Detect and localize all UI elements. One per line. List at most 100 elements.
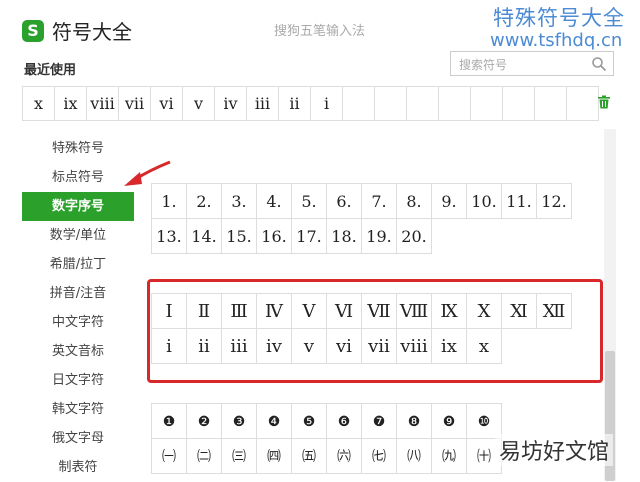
sidebar-item-2[interactable]: 数字序号	[22, 192, 134, 221]
symbol-cell[interactable]: Ⅹ	[466, 293, 502, 329]
symbol-cell[interactable]: ❹	[256, 403, 292, 439]
symbol-cell[interactable]: Ⅻ	[536, 293, 572, 329]
recent-symbol-cell[interactable]	[343, 87, 375, 120]
parenthesized-chinese-row: ㈠㈡㈢㈣㈤㈥㈦㈧㈨㈩	[151, 438, 502, 474]
recent-symbol-cell[interactable]: viii	[87, 87, 119, 120]
magnifier-icon[interactable]	[591, 56, 607, 72]
symbol-cell[interactable]: Ⅺ	[501, 293, 537, 329]
symbol-cell[interactable]: ㈤	[291, 438, 327, 474]
sidebar-item-8[interactable]: 日文字符	[22, 366, 134, 395]
symbol-cell[interactable]: ⅰ	[151, 328, 187, 364]
symbol-cell[interactable]: Ⅵ	[326, 293, 362, 329]
sidebar-item-3[interactable]: 数学/单位	[22, 221, 134, 250]
symbol-cell[interactable]: 6.	[326, 183, 362, 219]
symbol-cell[interactable]: Ⅱ	[186, 293, 222, 329]
search-input[interactable]	[457, 53, 591, 76]
recent-symbol-cell[interactable]	[471, 87, 503, 120]
symbol-cell[interactable]: 5.	[291, 183, 327, 219]
roman-grid: ⅠⅡⅢⅣⅤⅥⅦⅧⅨⅩⅪⅫ ⅰⅱⅲⅳⅴⅵⅶⅷⅸⅹ	[151, 293, 572, 364]
symbol-cell[interactable]: 20.	[396, 218, 432, 254]
symbol-cell[interactable]: 12.	[536, 183, 572, 219]
symbol-cell[interactable]: ㈧	[396, 438, 432, 474]
symbol-cell[interactable]: 16.	[256, 218, 292, 254]
sidebar-item-5[interactable]: 拼音/注音	[22, 279, 134, 308]
recent-symbol-cell[interactable]: ii	[279, 87, 311, 120]
symbol-cell[interactable]: 18.	[326, 218, 362, 254]
symbol-cell[interactable]: ⅴ	[291, 328, 327, 364]
recent-symbol-cell[interactable]	[567, 87, 599, 120]
symbol-cell[interactable]: 19.	[361, 218, 397, 254]
symbol-cell[interactable]: ㈣	[256, 438, 292, 474]
symbol-cell[interactable]: ⅸ	[431, 328, 467, 364]
symbol-cell[interactable]: ❷	[186, 403, 222, 439]
sidebar-item-4[interactable]: 希腊/拉丁	[22, 250, 134, 279]
symbol-cell[interactable]: 11.	[501, 183, 537, 219]
symbol-cell[interactable]: ❸	[221, 403, 257, 439]
symbol-cell[interactable]: ⅶ	[361, 328, 397, 364]
symbol-cell[interactable]: 13.	[151, 218, 187, 254]
recent-symbol-cell[interactable]: ix	[55, 87, 87, 120]
recent-symbol-cell[interactable]: iii	[247, 87, 279, 120]
sidebar-item-9[interactable]: 韩文字符	[22, 395, 134, 424]
sidebar-item-11[interactable]: 制表符	[22, 453, 134, 482]
numbers-row: 13. 14. 15. 16. 17. 18. 19. 20.	[151, 218, 572, 254]
symbol-cell[interactable]: 9.	[431, 183, 467, 219]
symbol-cell[interactable]: ⅷ	[396, 328, 432, 364]
symbol-cell[interactable]: ⅲ	[221, 328, 257, 364]
symbol-cell[interactable]: ❺	[291, 403, 327, 439]
symbol-cell[interactable]: 1.	[151, 183, 187, 219]
vertical-scrollbar[interactable]	[604, 129, 616, 481]
symbol-panel: 1. 2. 3. 4. 5. 6. 7. 8. 9. 10. 11. 12. 13. 14. 15. 16.…	[150, 128, 605, 481]
symbol-cell[interactable]: ⅳ	[256, 328, 292, 364]
symbol-cell[interactable]: ㈦	[361, 438, 397, 474]
trash-icon[interactable]	[597, 95, 611, 109]
recent-symbol-cell[interactable]	[535, 87, 567, 120]
symbol-cell[interactable]: Ⅴ	[291, 293, 327, 329]
category-sidebar: 特殊符号 标点符号 数字序号 数学/单位 希腊/拉丁 拼音/注音 中文字符 英文音标 日文字符韩…	[22, 134, 134, 482]
symbol-cell[interactable]: ㈢	[221, 438, 257, 474]
symbol-cell[interactable]: ❻	[326, 403, 362, 439]
symbol-cell[interactable]: ⅱ	[186, 328, 222, 364]
recent-symbol-cell[interactable]: i	[311, 87, 343, 120]
recent-symbol-cell[interactable]: vi	[151, 87, 183, 120]
recent-symbol-cell[interactable]	[407, 87, 439, 120]
symbol-cell[interactable]: ❶	[151, 403, 187, 439]
symbol-cell[interactable]: Ⅷ	[396, 293, 432, 329]
recent-symbol-cell[interactable]: vii	[119, 87, 151, 120]
symbol-cell[interactable]: ㈠	[151, 438, 187, 474]
recent-symbol-cell[interactable]	[439, 87, 471, 120]
sidebar-item-0[interactable]: 特殊符号	[22, 134, 134, 163]
sidebar-item-6[interactable]: 中文字符	[22, 308, 134, 337]
recent-symbol-cell[interactable]	[375, 87, 407, 120]
symbol-cell[interactable]: 7.	[361, 183, 397, 219]
symbol-cell[interactable]: 2.	[186, 183, 222, 219]
symbol-cell[interactable]: ❾	[431, 403, 467, 439]
symbol-cell[interactable]: ❼	[361, 403, 397, 439]
symbol-cell[interactable]: ⅵ	[326, 328, 362, 364]
recent-symbol-cell[interactable]	[503, 87, 535, 120]
recent-symbol-cell[interactable]: iv	[215, 87, 247, 120]
search-box[interactable]	[450, 51, 614, 76]
symbol-cell[interactable]: Ⅳ	[256, 293, 292, 329]
symbol-cell[interactable]: ㈡	[186, 438, 222, 474]
symbol-cell[interactable]: Ⅶ	[361, 293, 397, 329]
symbol-cell[interactable]: ❽	[396, 403, 432, 439]
symbol-cell[interactable]: 3.	[221, 183, 257, 219]
symbol-cell[interactable]: ㈨	[431, 438, 467, 474]
symbol-cell[interactable]: Ⅲ	[221, 293, 257, 329]
symbol-cell[interactable]: Ⅰ	[151, 293, 187, 329]
sidebar-item-10[interactable]: 俄文字母	[22, 424, 134, 453]
symbol-cell[interactable]: ㈥	[326, 438, 362, 474]
symbol-cell[interactable]: 10.	[466, 183, 502, 219]
sidebar-item-7[interactable]: 英文音标	[22, 337, 134, 366]
symbol-cell[interactable]: 14.	[186, 218, 222, 254]
symbol-cell[interactable]: 17.	[291, 218, 327, 254]
symbol-cell[interactable]: 8.	[396, 183, 432, 219]
symbol-cell[interactable]: ⅹ	[466, 328, 502, 364]
sidebar-item-1[interactable]: 标点符号	[22, 163, 134, 192]
symbol-cell[interactable]: 15.	[221, 218, 257, 254]
symbol-cell[interactable]: 4.	[256, 183, 292, 219]
symbol-cell[interactable]: Ⅸ	[431, 293, 467, 329]
recent-symbol-cell[interactable]: v	[183, 87, 215, 120]
recent-symbol-cell[interactable]: x	[23, 87, 55, 120]
